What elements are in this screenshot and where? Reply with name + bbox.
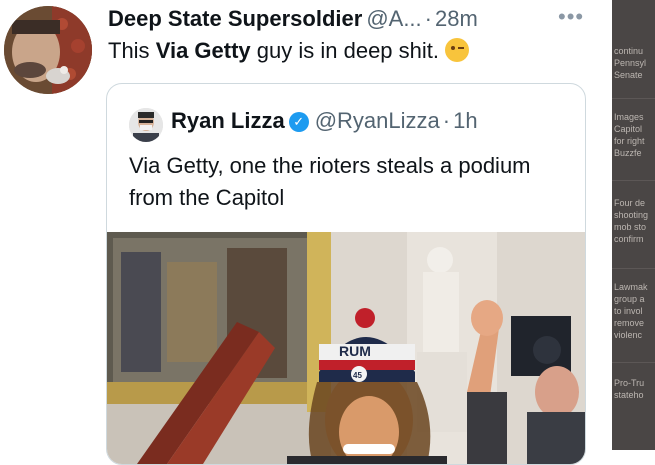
- quoted-tweet-text: Via Getty, one the rioters steals a podi…: [129, 153, 531, 210]
- verified-badge-icon: ✓: [288, 112, 309, 132]
- trend-text[interactable]: Images: [614, 112, 644, 123]
- trend-text[interactable]: group a: [614, 294, 645, 305]
- hat-text: RUM: [339, 343, 371, 359]
- quoted-tweet[interactable]: Ryan Lizza ✓ @RyanLizza · 1h Via Getty, one …: [106, 83, 586, 465]
- trend-text[interactable]: stateho: [614, 390, 644, 401]
- winking-face-icon: [445, 38, 470, 62]
- trend-text[interactable]: Senate: [614, 70, 643, 81]
- tweet-text-part: This: [108, 38, 156, 63]
- divider: [612, 362, 655, 363]
- trend-text[interactable]: for right: [614, 136, 645, 147]
- author-avatar[interactable]: [4, 6, 92, 94]
- tweet-text-part: guy is in deep shit.: [250, 38, 440, 63]
- author-name[interactable]: Deep State Supersoldier: [108, 6, 362, 31]
- timestamp[interactable]: 28m: [435, 6, 478, 31]
- quoted-tweet-header: Ryan Lizza ✓ @RyanLizza · 1h: [171, 108, 478, 134]
- right-sidebar-trends: continu Pennsyl Senate Images Capitol fo…: [612, 0, 655, 450]
- tweet-text-bold: Via Getty: [155, 38, 251, 63]
- quoted-author-name[interactable]: Ryan Lizza: [171, 108, 285, 133]
- trend-text[interactable]: confirm: [614, 234, 644, 245]
- divider: [612, 98, 655, 99]
- trend-text[interactable]: remove: [614, 318, 644, 329]
- trend-text[interactable]: Lawmak: [614, 282, 648, 293]
- quoted-author-handle[interactable]: @RyanLizza: [315, 108, 440, 133]
- trend-text[interactable]: Capitol: [614, 124, 642, 135]
- quoted-author-avatar[interactable]: [129, 108, 163, 142]
- trend-text[interactable]: continu: [614, 46, 643, 57]
- trend-text[interactable]: Pro-Tru: [614, 378, 644, 389]
- quoted-timestamp[interactable]: 1h: [453, 108, 477, 133]
- tweet[interactable]: Deep State Supersoldier @A... · 28m ••• Thi…: [0, 0, 612, 465]
- more-horizontal-icon[interactable]: •••: [558, 4, 584, 30]
- divider: [612, 180, 655, 181]
- trend-text[interactable]: Buzzfe: [614, 148, 642, 159]
- hat-number: 45: [353, 371, 362, 380]
- trend-text[interactable]: Four de: [614, 198, 645, 209]
- trend-text[interactable]: shooting: [614, 210, 648, 221]
- trend-text[interactable]: mob sto: [614, 222, 646, 233]
- trend-text[interactable]: violenc: [614, 330, 642, 341]
- separator-dot: ·: [442, 108, 451, 133]
- trend-text[interactable]: to invol: [614, 306, 643, 317]
- trend-text[interactable]: Pennsyl: [614, 58, 646, 69]
- separator-dot: ·: [424, 6, 432, 31]
- tweet-photo[interactable]: RUM 45: [107, 232, 585, 464]
- divider: [612, 268, 655, 269]
- author-handle[interactable]: @A...: [366, 6, 421, 31]
- tweet-text: This Via Getty guy is in deep shit.: [108, 38, 470, 64]
- tweet-header: Deep State Supersoldier @A... · 28m: [108, 6, 478, 32]
